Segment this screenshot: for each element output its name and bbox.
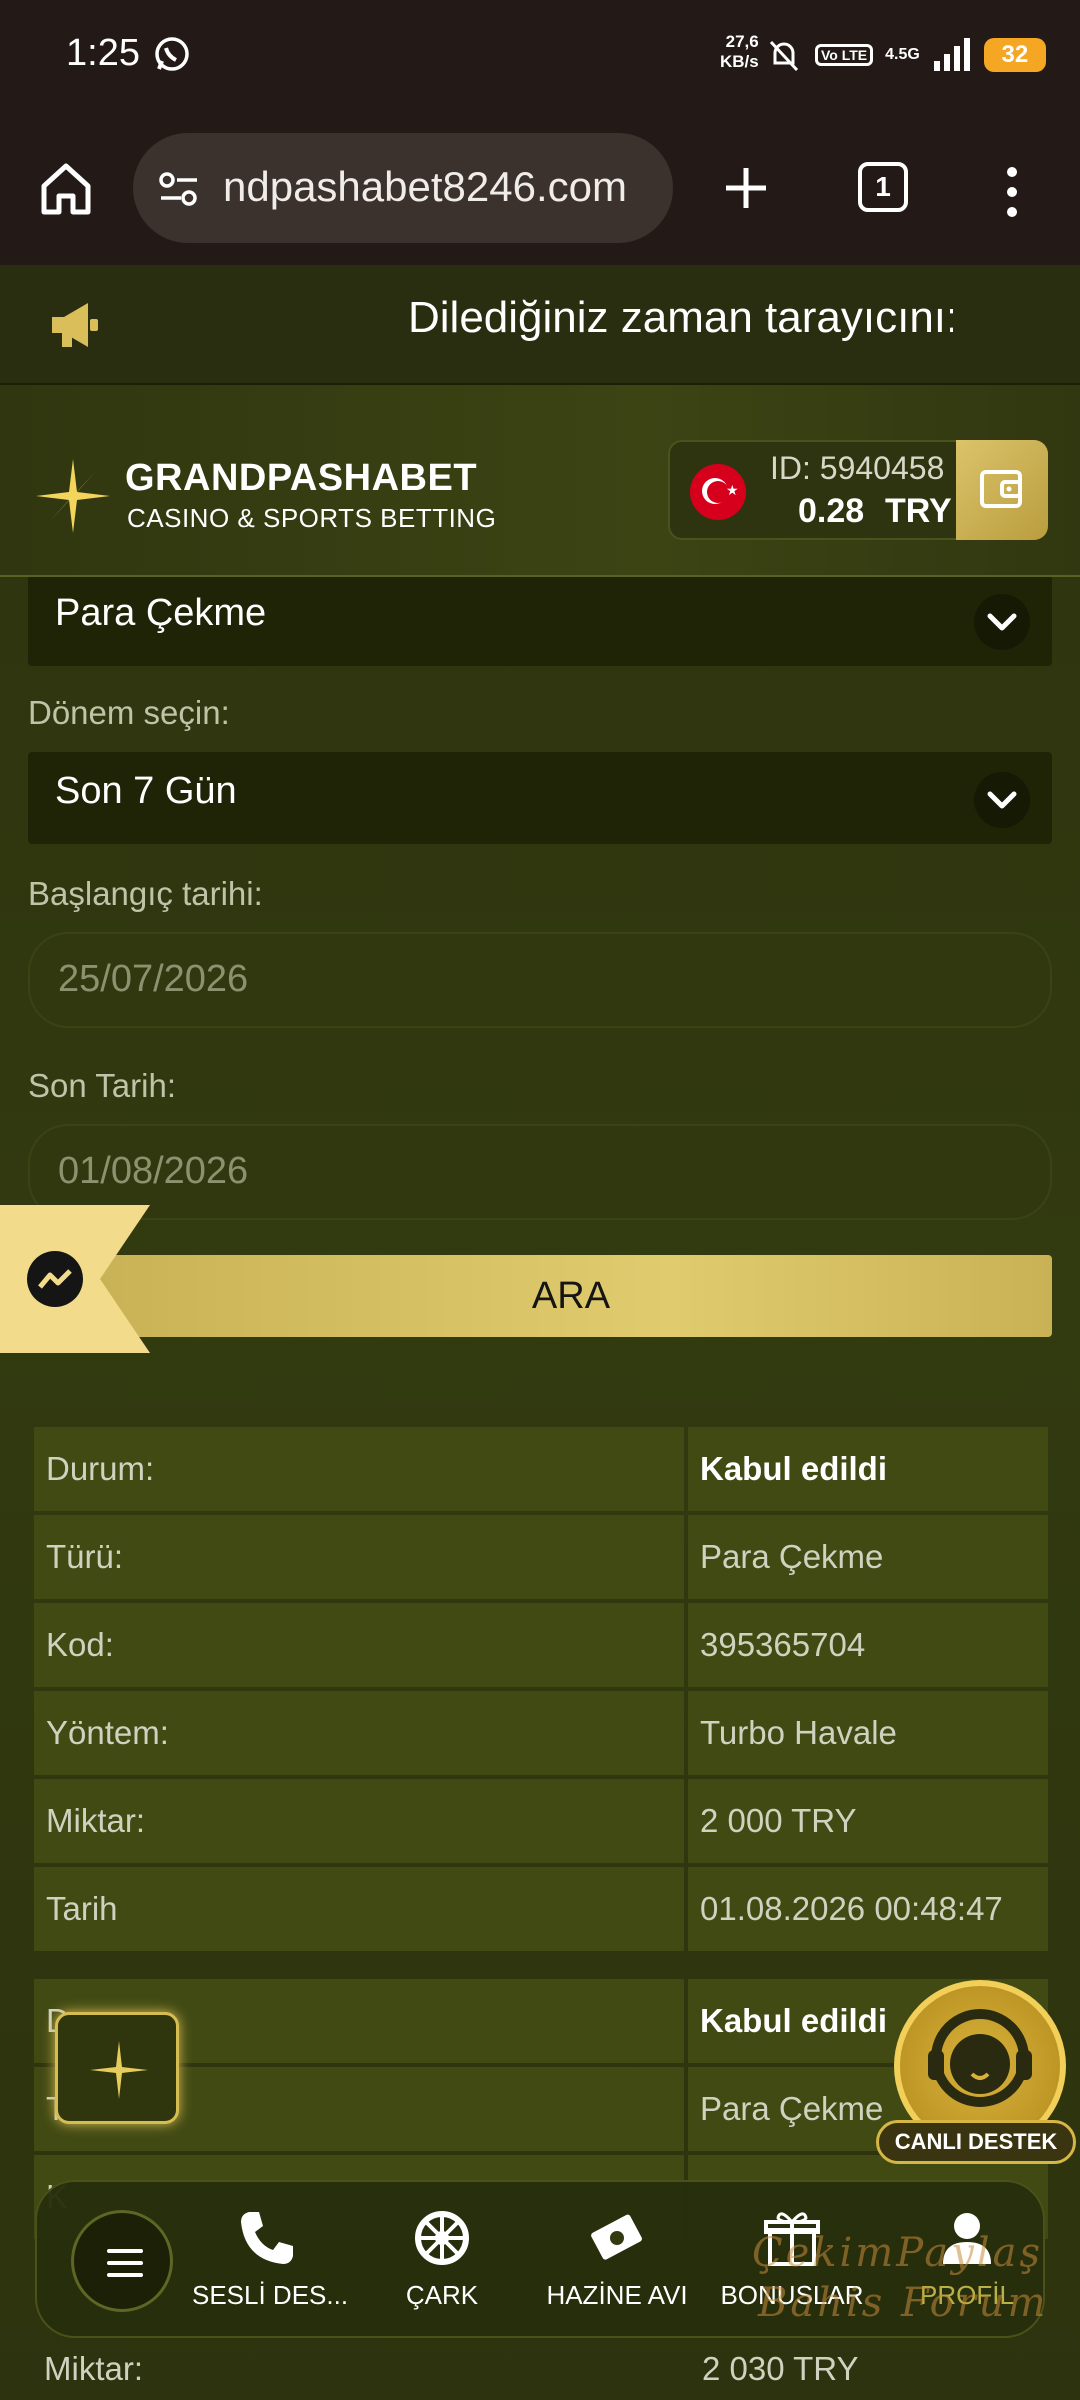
account-widget[interactable]: ★ ID: 5940458 0.28 TRY bbox=[668, 440, 1048, 540]
period-select[interactable]: Son 7 Gün bbox=[28, 752, 1052, 844]
mute-notification-icon bbox=[769, 40, 799, 72]
record-key: Durum: bbox=[34, 1427, 684, 1511]
nav-voice-support[interactable]: SESLİ DES... bbox=[192, 2206, 349, 2311]
tab-switcher-button[interactable]: 1 bbox=[858, 162, 908, 212]
signal-bars-icon bbox=[933, 38, 970, 71]
brand-title[interactable]: GRANDPASHABET bbox=[125, 457, 477, 500]
account-currency: TRY bbox=[885, 492, 952, 530]
status-icons: Vo LTE 4.5G 32 bbox=[765, 30, 1046, 80]
record-value: 2 000 TRY bbox=[688, 1779, 1048, 1863]
table-row: Durum: Kabul edildi bbox=[32, 1425, 1050, 1513]
table-row: Miktar: 2 000 TRY bbox=[32, 1777, 1050, 1865]
chevron-down-icon bbox=[974, 594, 1030, 650]
net-speed-value: 27,6 bbox=[725, 32, 759, 51]
nav-label: HAZİNE AVI bbox=[546, 2280, 688, 2310]
account-id: ID: 5940458 bbox=[770, 450, 945, 486]
more-menu-icon[interactable] bbox=[992, 162, 1032, 222]
network-speed: 27,6 KB/s bbox=[720, 32, 759, 72]
money-icon bbox=[591, 2214, 642, 2260]
table-row: Tarih 01.08.2026 00:48:47 bbox=[32, 1865, 1050, 1953]
brand-subtitle: CASINO & SPORTS BETTING bbox=[127, 503, 497, 533]
chevron-down-icon bbox=[974, 772, 1030, 828]
floating-star-button[interactable] bbox=[55, 2012, 179, 2124]
announcement-bar: Dilediğiniz zaman tarayıcını: bbox=[0, 265, 1080, 385]
hamburger-menu-button[interactable] bbox=[71, 2210, 173, 2312]
logo-star-icon[interactable] bbox=[34, 457, 112, 535]
start-date-input[interactable]: 25/07/2026 bbox=[28, 932, 1052, 1028]
messenger-tab[interactable] bbox=[0, 1205, 150, 1353]
record-value: Para Çekme bbox=[688, 1515, 1048, 1599]
browser-toolbar: ndpashabet8246.com 1 bbox=[0, 110, 1080, 265]
record-value: 01.08.2026 00:48:47 bbox=[688, 1867, 1048, 1951]
record-value: Turbo Havale bbox=[688, 1691, 1048, 1775]
status-bar: 1:25 27,6 KB/s Vo LTE 4.5G 32 bbox=[0, 0, 1080, 110]
watermark-line1: ÇekimPaylaş bbox=[752, 2230, 1043, 2276]
url-text: ndpashabet8246.com bbox=[223, 163, 627, 210]
messenger-icon bbox=[0, 1205, 150, 1353]
wallet-icon bbox=[980, 470, 1022, 508]
end-date-value: 01/08/2026 bbox=[58, 1150, 249, 1192]
nav-label: ÇARK bbox=[405, 2280, 479, 2310]
transaction-record: Durum: Kabul edildi Türü: Para Çekme Kod… bbox=[32, 1425, 1050, 1953]
transaction-type-select[interactable]: Para Çekme bbox=[28, 577, 1052, 666]
end-date-label: Son Tarih: bbox=[28, 1067, 176, 1104]
record-value-peek: 2 030 TRY bbox=[702, 2350, 859, 2387]
record-key: Kod: bbox=[34, 1603, 684, 1687]
turkey-flag-icon: ★ bbox=[690, 464, 746, 520]
signal-label: 4.5G bbox=[885, 46, 920, 63]
nav-treasure-hunt[interactable]: HAZİNE AVI bbox=[542, 2206, 692, 2311]
table-row: Türü: Para Çekme bbox=[32, 1513, 1050, 1601]
table-row: Yöntem: Turbo Havale bbox=[32, 1689, 1050, 1777]
period-value: Son 7 Gün bbox=[55, 770, 237, 812]
whatsapp-icon bbox=[155, 37, 189, 71]
account-balance: 0.28 bbox=[798, 492, 865, 530]
nav-label: SESLİ DES... bbox=[192, 2280, 349, 2310]
site-settings-icon[interactable] bbox=[157, 167, 201, 211]
status-time: 1:25 bbox=[66, 32, 140, 74]
search-button[interactable]: ARA bbox=[90, 1255, 1052, 1337]
end-date-input[interactable]: 01/08/2026 bbox=[28, 1124, 1052, 1220]
period-label: Dönem seçin: bbox=[28, 694, 230, 731]
star-icon bbox=[90, 2041, 148, 2099]
volte-icon: Vo LTE bbox=[815, 44, 874, 66]
home-icon[interactable] bbox=[36, 158, 96, 218]
battery-indicator: 32 bbox=[983, 38, 1046, 72]
megaphone-icon bbox=[52, 303, 98, 347]
table-row: Kod: 395365704 bbox=[32, 1601, 1050, 1689]
record-key-peek: Miktar: bbox=[44, 2350, 143, 2387]
start-date-label: Başlangıç tarihi: bbox=[28, 875, 263, 912]
record-value: Kabul edildi bbox=[688, 1427, 1048, 1511]
record-key: Yöntem: bbox=[34, 1691, 684, 1775]
record-key: Türü: bbox=[34, 1515, 684, 1599]
record-key: Tarih bbox=[34, 1867, 684, 1951]
nav-wheel[interactable]: ÇARK bbox=[367, 2206, 517, 2311]
start-date-value: 25/07/2026 bbox=[58, 958, 249, 1000]
watermark-line2: Bahis Forum bbox=[758, 2280, 1049, 2326]
net-speed-unit: KB/s bbox=[720, 52, 759, 71]
phone-icon bbox=[241, 2212, 293, 2264]
watermark: ÇekimPaylaş Bahis Forum bbox=[752, 2228, 1049, 2328]
site-header: GRANDPASHABET CASINO & SPORTS BETTING ★ … bbox=[0, 385, 1080, 577]
wheel-icon bbox=[415, 2211, 469, 2265]
transaction-type-value: Para Çekme bbox=[55, 592, 267, 634]
record-key: Miktar: bbox=[34, 1779, 684, 1863]
address-bar[interactable]: ndpashabet8246.com bbox=[133, 133, 673, 243]
support-label: CANLI DESTEK bbox=[876, 2120, 1076, 2164]
announcement-text: Dilediğiniz zaman tarayıcını: bbox=[408, 293, 953, 342]
wallet-button[interactable] bbox=[956, 440, 1048, 540]
live-support-button[interactable]: CANLI DESTEK bbox=[876, 1980, 1076, 2190]
new-tab-icon[interactable] bbox=[716, 158, 776, 218]
record-value: 395365704 bbox=[688, 1603, 1048, 1687]
